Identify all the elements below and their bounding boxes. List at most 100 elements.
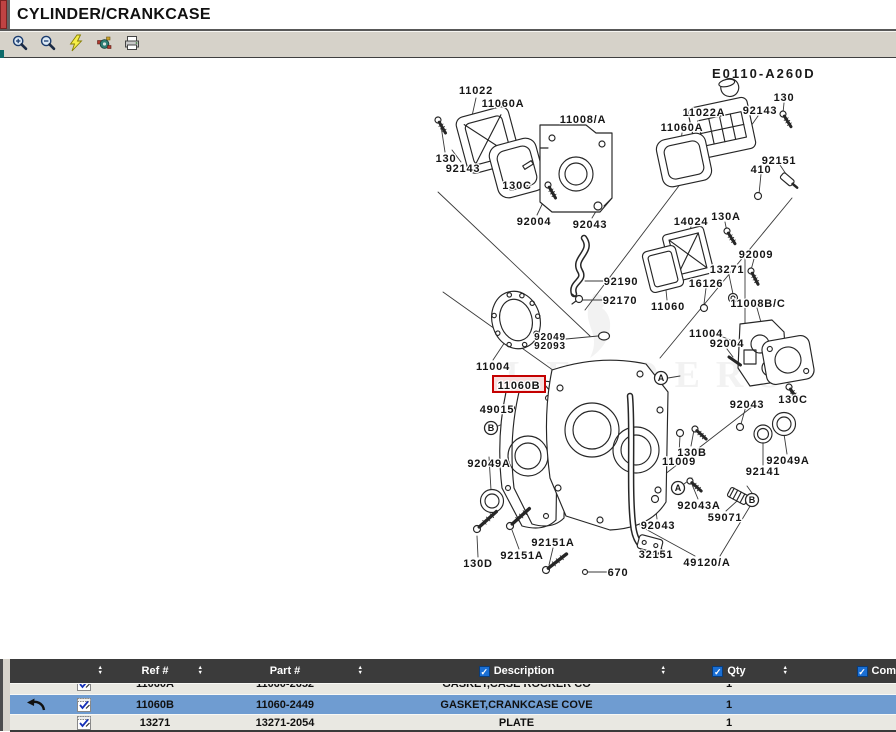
column-checkbox[interactable]: ✓ [857, 666, 868, 677]
part-label-11008BC[interactable]: 11008B/C [730, 298, 785, 310]
table-row[interactable]: 11060B11060-2449GASKET,CRANKCASE COVE1 [10, 694, 896, 714]
assembly-marker-A: A [672, 482, 685, 495]
part-label-11060[interactable]: 11060 [651, 301, 685, 313]
diagram-area: LEADERS [0, 58, 896, 659]
column-header-edit[interactable]: ▲▼ [62, 659, 105, 683]
edit-icon[interactable] [62, 695, 105, 714]
part-label-11060A[interactable]: 11060A [482, 98, 525, 110]
sort-icon[interactable]: ▲▼ [198, 666, 203, 676]
part-label-16126[interactable]: 16126 [689, 278, 724, 290]
column-checkbox[interactable]: ✓ [479, 666, 490, 677]
assembly-marker-A: A [655, 372, 668, 385]
part-label-92009[interactable]: 92009 [739, 249, 774, 261]
part-label-92043[interactable]: 92043 [641, 520, 676, 532]
part-label-92151A[interactable]: 92151A [500, 550, 543, 562]
zoom-out-icon [39, 34, 57, 55]
part-label-59071[interactable]: 59071 [708, 512, 743, 524]
part-label-92170[interactable]: 92170 [603, 295, 638, 307]
edit-icon[interactable] [62, 715, 105, 730]
part-label-14024[interactable]: 14024 [674, 216, 709, 228]
part-cell: 11060-2449 [205, 695, 365, 714]
column-header-com: ✓ Com [790, 659, 896, 683]
part-label-11008A[interactable]: 11008/A [560, 114, 607, 126]
desc-cell: GASKET,CASE ROCKER CO [365, 683, 668, 693]
column-label: Qty [727, 665, 745, 677]
column-header-select [10, 659, 62, 683]
column-header-description[interactable]: ✓Description▲▼ [365, 659, 668, 683]
part-label-670[interactable]: 670 [608, 567, 629, 579]
qty-cell: 1 [668, 695, 790, 714]
part-label-92143[interactable]: 92143 [446, 163, 481, 175]
part-label-11022[interactable]: 11022 [459, 85, 493, 97]
part-label-92049A[interactable]: 92049A [467, 458, 510, 470]
table-row[interactable]: 11060A11060-2652GASKET,CASE ROCKER CO1 [10, 683, 896, 694]
part-label-130D[interactable]: 130D [463, 558, 493, 570]
column-label: Com [872, 665, 896, 677]
table-body: 11060A11060-2652GASKET,CASE ROCKER CO111… [10, 683, 896, 730]
page-title-bar: CYLINDER/CRANKCASE [0, 0, 896, 31]
part-label-11009[interactable]: 11009 [662, 456, 696, 468]
desc-cell: PLATE [365, 715, 668, 730]
row-select-arrow[interactable] [10, 683, 62, 693]
part-label-130[interactable]: 130 [774, 92, 795, 104]
column-checkbox[interactable]: ✓ [712, 666, 723, 677]
zoom-out-button[interactable] [36, 34, 60, 56]
com-cell [790, 683, 896, 693]
part-label-410[interactable]: 410 [751, 164, 772, 176]
part-label-92004[interactable]: 92004 [710, 338, 745, 350]
part-label-92151A[interactable]: 92151A [531, 537, 574, 549]
part-label-130A[interactable]: 130A [711, 211, 741, 223]
part-label-11004[interactable]: 11004 [476, 361, 510, 373]
part-label-32151[interactable]: 32151 [639, 549, 674, 561]
svg-text:B: B [749, 495, 756, 505]
qty-cell: 1 [668, 683, 790, 693]
diagram-code: E0110-A260D [712, 66, 816, 81]
part-label-92043[interactable]: 92043 [730, 399, 765, 411]
ref-cell: 13271 [105, 715, 205, 730]
part-label-11060B[interactable]: 11060B [498, 380, 541, 392]
part-label-92190[interactable]: 92190 [604, 276, 639, 288]
zoom-in-icon [11, 34, 29, 55]
row-select-arrow[interactable] [10, 715, 62, 730]
table-row[interactable]: 1327113271-2054PLATE1 [10, 714, 896, 730]
part-label-13271[interactable]: 13271 [710, 264, 745, 276]
part-label-92043[interactable]: 92043 [573, 219, 608, 231]
parts-assistant-button[interactable] [92, 34, 116, 56]
part-label-130C[interactable]: 130C [502, 180, 532, 192]
part-cell: 13271-2054 [205, 715, 365, 730]
lightning-icon [67, 34, 85, 55]
part-label-49120A[interactable]: 49120/A [683, 557, 730, 569]
sort-icon[interactable]: ▲▼ [98, 666, 103, 676]
exploded-diagram: ABAB 1102211060A11008/A13092143130C92004… [0, 58, 896, 659]
title-accent-bar [0, 0, 10, 29]
part-label-11060A[interactable]: 11060A [661, 122, 704, 134]
com-cell [790, 695, 896, 714]
column-header-qty[interactable]: ✓ Qty ▲▼ [668, 659, 790, 683]
part-label-92093[interactable]: 92093 [534, 341, 566, 352]
ref-cell: 11060A [105, 683, 205, 693]
part-label-92004[interactable]: 92004 [517, 216, 552, 228]
highlight-hotspots-button[interactable] [64, 34, 88, 56]
part-label-92043A[interactable]: 92043A [677, 500, 720, 512]
com-cell [790, 715, 896, 730]
assembly-marker-B: B [485, 422, 498, 435]
edit-icon[interactable] [62, 683, 105, 693]
sort-icon[interactable]: ▲▼ [783, 666, 788, 676]
part-label-130C[interactable]: 130C [778, 394, 808, 406]
svg-text:A: A [675, 483, 682, 493]
part-label-11022A[interactable]: 11022A [683, 107, 726, 119]
column-header-part[interactable]: Part #▲▼ [205, 659, 365, 683]
parts-assembly-icon [95, 34, 113, 55]
print-button[interactable] [120, 34, 144, 56]
parts-table: ▲▼Ref #▲▼Part #▲▼✓Description▲▼✓Qty▲▼✓Co… [0, 659, 896, 731]
column-header-ref[interactable]: Ref #▲▼ [105, 659, 205, 683]
table-header-row: ▲▼Ref #▲▼Part #▲▼✓Description▲▼✓Qty▲▼✓Co… [10, 659, 896, 683]
part-label-92141[interactable]: 92141 [746, 466, 781, 478]
ref-cell: 11060B [105, 695, 205, 714]
part-label-49015[interactable]: 49015 [480, 404, 515, 416]
sort-icon[interactable]: ▲▼ [358, 666, 363, 676]
row-select-arrow[interactable] [10, 695, 62, 714]
part-label-92143[interactable]: 92143 [743, 105, 778, 117]
zoom-in-button[interactable] [8, 34, 32, 56]
sort-icon[interactable]: ▲▼ [661, 666, 666, 676]
